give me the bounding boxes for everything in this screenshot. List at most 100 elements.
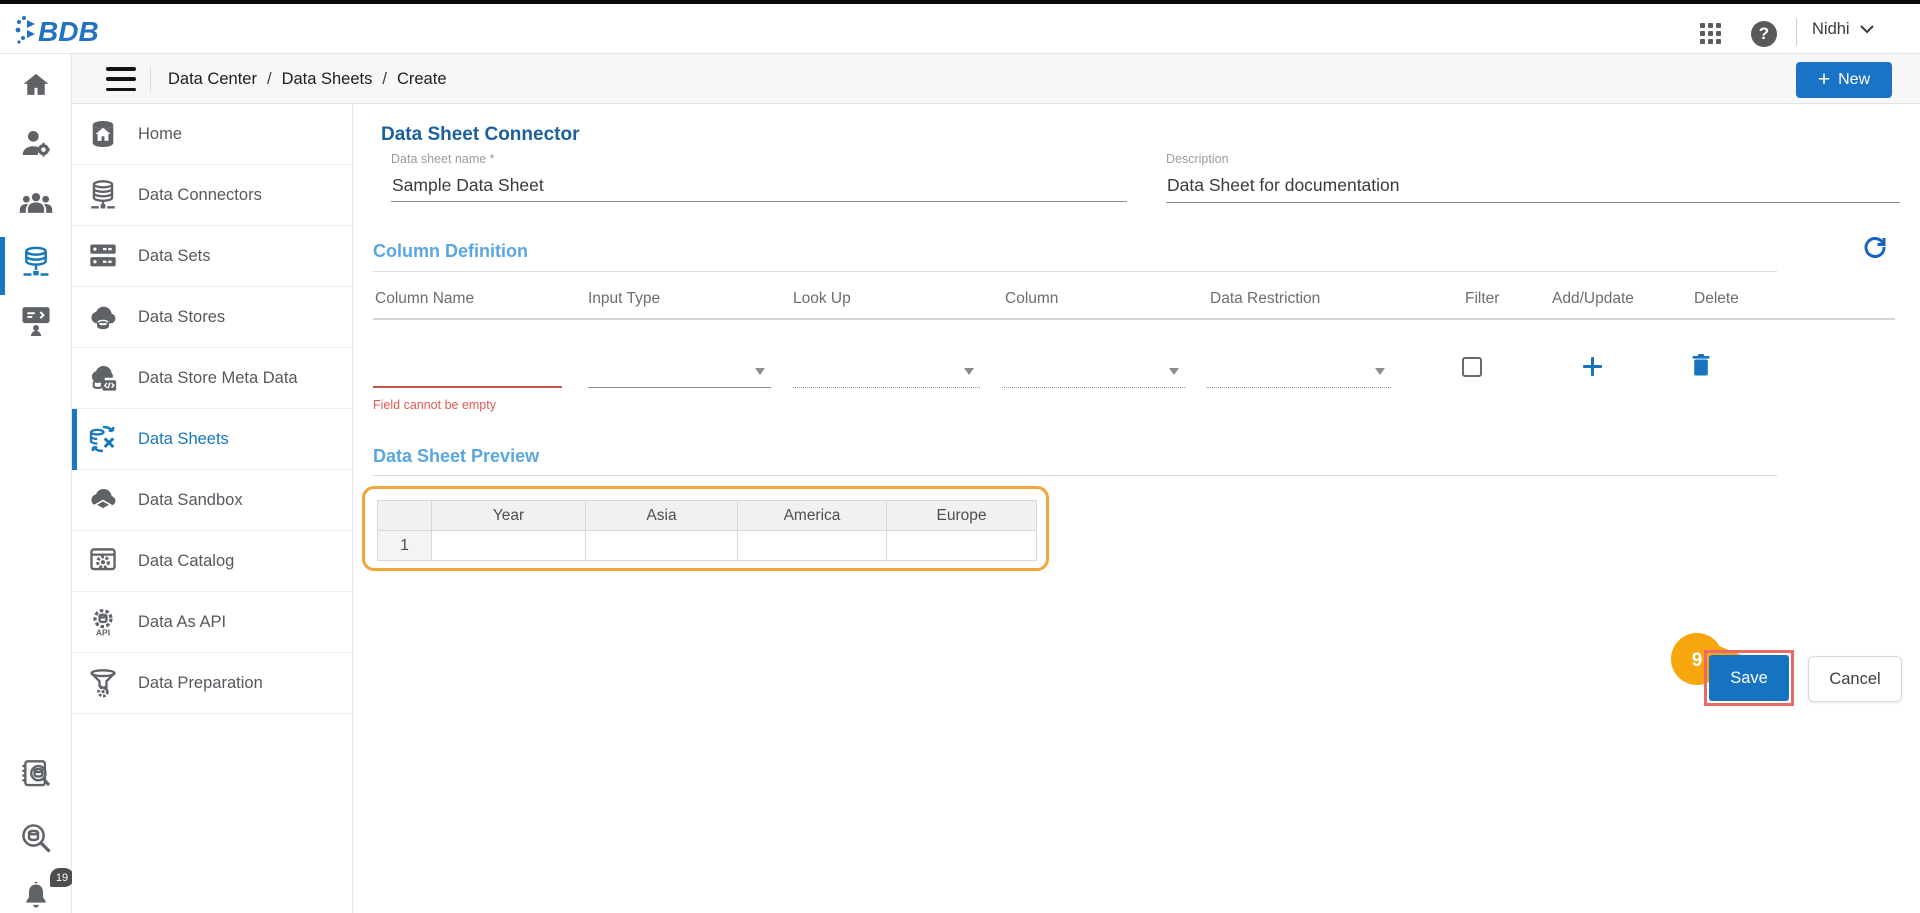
add-update-button[interactable] xyxy=(1582,356,1603,377)
help-glyph: ? xyxy=(1759,24,1769,44)
preview-cell[interactable] xyxy=(887,531,1037,561)
column-header-add-update: Add/Update xyxy=(1552,290,1634,308)
plus-icon: + xyxy=(1818,69,1830,90)
section-title-preview: Data Sheet Preview xyxy=(373,446,539,467)
column-header-column-name: Column Name xyxy=(375,290,474,308)
refresh-icon[interactable] xyxy=(1862,234,1888,260)
data-audit-icon[interactable] xyxy=(18,756,54,794)
api-icon-label: API xyxy=(96,628,110,638)
description-value[interactable]: Data Sheet for documentation xyxy=(1167,175,1400,196)
brand-logo-text: BDB xyxy=(38,16,99,47)
breadcrumb-separator: / xyxy=(267,70,272,89)
user-groups-icon[interactable] xyxy=(18,186,54,224)
chevron-down-icon xyxy=(755,368,765,375)
column-header-delete: Delete xyxy=(1694,290,1739,308)
home-icon[interactable] xyxy=(18,66,54,104)
sidebar-item-home[interactable]: Home xyxy=(72,104,352,165)
data-search-icon[interactable] xyxy=(18,819,54,857)
notifications-bell-icon[interactable]: 19 xyxy=(18,876,54,913)
preview-header-cell: Europe xyxy=(887,501,1037,531)
breadcrumb-item-data-sheets[interactable]: Data Sheets xyxy=(282,70,373,89)
top-bar: BDB ? Nidhi xyxy=(0,4,1920,54)
preview-data-row: 1 xyxy=(378,531,1037,561)
save-button[interactable]: Save xyxy=(1709,655,1789,701)
sidebar-item-data-catalog[interactable]: Data Catalog xyxy=(72,531,352,592)
input-type-dropdown[interactable] xyxy=(588,352,771,388)
chevron-down-icon xyxy=(1860,25,1874,34)
preview-cell[interactable] xyxy=(586,531,738,561)
column-name-input[interactable] xyxy=(373,386,562,388)
help-icon[interactable]: ? xyxy=(1751,21,1777,47)
selected-rail-indicator xyxy=(0,237,5,295)
step-number: 9 xyxy=(1692,650,1703,671)
sidebar: Home Data Connectors Data Sets Data Stor… xyxy=(72,104,353,913)
sidebar-item-data-connectors[interactable]: Data Connectors xyxy=(72,165,352,226)
chevron-down-icon xyxy=(1169,368,1179,375)
api-gear-icon: API xyxy=(85,604,121,640)
preview-row-index: 1 xyxy=(378,531,432,561)
preview-header-cell: America xyxy=(738,501,887,531)
brand-logo[interactable]: BDB xyxy=(14,12,124,48)
sidebar-item-data-sheets[interactable]: Data Sheets xyxy=(72,409,352,470)
look-up-dropdown[interactable] xyxy=(793,352,980,388)
sidebar-item-label: Data Sets xyxy=(138,247,210,266)
sidebar-item-label: Data Catalog xyxy=(138,552,234,571)
sidebar-item-data-stores[interactable]: Data Stores xyxy=(72,287,352,348)
topbar-divider xyxy=(1796,18,1797,46)
column-header-input-type: Input Type xyxy=(588,290,660,308)
sidebar-item-label: Data As API xyxy=(138,613,226,632)
description-label: Description xyxy=(1166,152,1229,166)
datasheet-name-label: Data sheet name * xyxy=(391,152,495,166)
preview-cell[interactable] xyxy=(432,531,586,561)
column-header-column: Column xyxy=(1005,290,1058,308)
server-racks-icon xyxy=(85,238,121,274)
breadcrumb-item-data-center[interactable]: Data Center xyxy=(168,70,257,89)
sidebar-item-label: Data Sandbox xyxy=(138,491,243,510)
data-center-icon[interactable] xyxy=(18,243,54,281)
datasheet-name-underline xyxy=(391,201,1127,202)
sidebar-item-data-sandbox[interactable]: Data Sandbox xyxy=(72,470,352,531)
column-header-filter: Filter xyxy=(1465,290,1499,308)
sidebar-item-label: Data Sheets xyxy=(138,430,229,449)
description-underline xyxy=(1166,202,1900,203)
column-dropdown[interactable] xyxy=(1002,352,1185,388)
cancel-button[interactable]: Cancel xyxy=(1808,656,1902,702)
breadcrumb-separator: / xyxy=(382,70,387,89)
database-home-icon xyxy=(85,116,121,152)
header-underline xyxy=(373,318,1895,320)
catalog-gear-icon xyxy=(85,543,121,579)
validation-error: Field cannot be empty xyxy=(373,398,496,412)
preview-table: Year Asia America Europe 1 xyxy=(377,500,1037,561)
filter-checkbox[interactable] xyxy=(1462,357,1482,377)
section-divider xyxy=(373,271,1777,272)
cloud-sandbox-icon xyxy=(85,482,121,518)
column-header-look-up: Look Up xyxy=(793,290,851,308)
data-restriction-dropdown[interactable] xyxy=(1207,352,1391,388)
preview-cell[interactable] xyxy=(738,531,887,561)
sidebar-item-label: Home xyxy=(138,125,182,144)
sidebar-item-data-sets[interactable]: Data Sets xyxy=(72,226,352,287)
sidebar-item-label: Data Store Meta Data xyxy=(138,369,298,388)
datasheet-name-value[interactable]: Sample Data Sheet xyxy=(392,175,544,196)
user-menu[interactable]: Nidhi xyxy=(1812,4,1874,54)
preview-header-cell: Year xyxy=(432,501,586,531)
user-settings-icon[interactable] xyxy=(18,124,54,162)
chevron-down-icon xyxy=(1375,368,1385,375)
delete-trash-icon[interactable] xyxy=(1690,353,1712,378)
cloud-database-icon xyxy=(85,299,121,335)
new-button[interactable]: + New xyxy=(1796,62,1892,98)
sidebar-item-label: Data Preparation xyxy=(138,674,263,693)
app-window: BDB ? Nidhi Data Center / Data Sheets / … xyxy=(0,0,1920,913)
survey-monitor-icon[interactable] xyxy=(18,301,54,339)
apps-grid-icon[interactable] xyxy=(1700,23,1723,46)
sidebar-item-label: Data Stores xyxy=(138,308,225,327)
sidebar-item-data-preparation[interactable]: Data Preparation xyxy=(72,653,352,714)
database-connector-icon xyxy=(85,177,121,213)
sidebar-item-data-store-meta-data[interactable]: Data Store Meta Data xyxy=(72,348,352,409)
user-name: Nidhi xyxy=(1812,20,1850,39)
sidebar-item-data-as-api[interactable]: API Data As API xyxy=(72,592,352,653)
section-divider xyxy=(373,475,1777,476)
section-title-column-definition: Column Definition xyxy=(373,241,528,262)
preview-header-cell: Asia xyxy=(586,501,738,531)
menu-toggle-button[interactable] xyxy=(106,67,136,91)
